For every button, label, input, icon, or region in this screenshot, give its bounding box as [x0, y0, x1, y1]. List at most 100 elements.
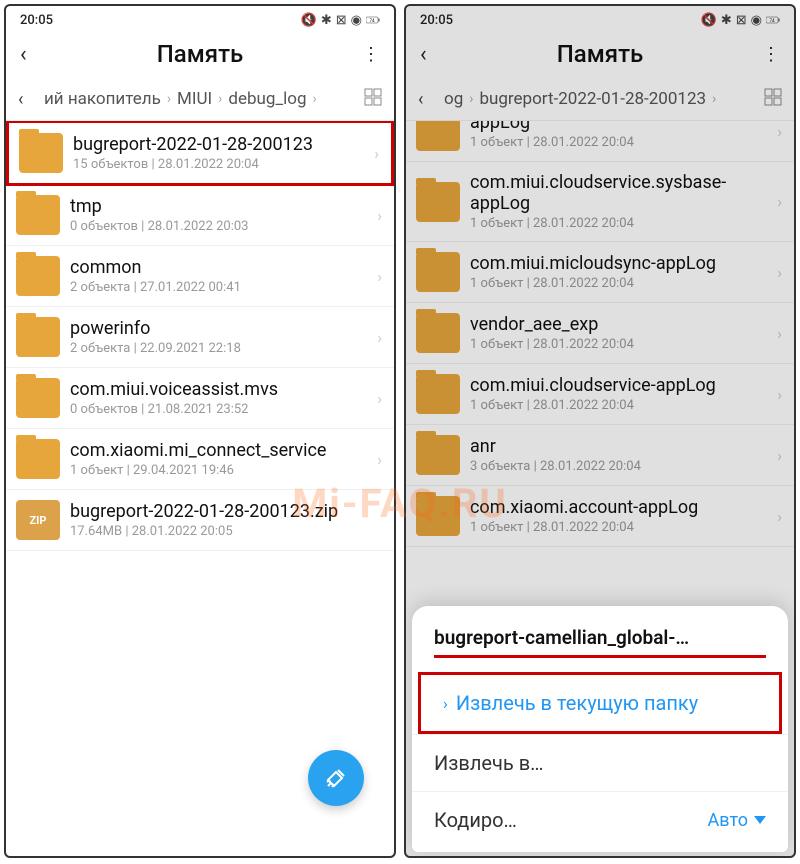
chevron-right-icon: › — [771, 122, 788, 141]
page-title: Память — [48, 40, 352, 68]
breadcrumb-part[interactable]: bugreport-2022-01-28-200123 — [479, 89, 706, 109]
svg-text:74: 74 — [769, 18, 775, 24]
file-row[interactable]: com.xiaomi.mi_connect_service 1 объект |… — [6, 429, 394, 490]
mute-icon: 🔇 — [301, 13, 317, 28]
chevron-right-icon: › — [771, 192, 788, 211]
extract-here-option[interactable]: › Извлечь в текущую папку — [418, 672, 782, 734]
file-name: com.miui.micloudsync-appLog — [470, 253, 771, 274]
file-row[interactable]: ZIP bugreport-2022-01-28-200123.zip 17.6… — [6, 490, 394, 551]
file-row[interactable]: com.miui.voiceassist.mvs 0 объектов | 21… — [6, 368, 394, 429]
encoding-row[interactable]: Кодиро… Авто — [412, 791, 788, 848]
back-button[interactable]: ‹ — [420, 42, 448, 67]
chevron-right-icon: › — [368, 144, 385, 163]
chevron-right-icon: › — [371, 328, 388, 347]
file-name: com.xiaomi.mi_connect_service — [70, 440, 371, 461]
file-name: common — [70, 257, 371, 278]
breadcrumb-back-icon[interactable]: ‹ — [18, 89, 40, 110]
status-bar: 20:05 🔇 ✱ ⊠ ◉ 74 — [6, 6, 394, 34]
folder-icon — [16, 439, 60, 479]
file-meta: 1 объект | 29.04.2021 19:46 — [70, 463, 371, 478]
folder-icon — [416, 313, 460, 353]
folder-icon — [416, 496, 460, 536]
title-underline — [434, 655, 766, 658]
chevron-right-icon: › — [218, 91, 222, 107]
breadcrumb-part[interactable]: ий накопитель — [44, 89, 161, 109]
file-row[interactable]: com.miui.micloudsync-appLog 1 объект | 2… — [406, 242, 794, 303]
option-label: Извлечь в… — [434, 751, 544, 775]
extract-to-option[interactable]: Извлечь в… — [412, 734, 788, 791]
file-name: powerinfo — [70, 318, 371, 339]
file-meta: 1 объект | 28.01.2022 20:04 — [470, 216, 771, 231]
clean-fab[interactable] — [308, 750, 364, 806]
svg-text:74: 74 — [369, 18, 375, 24]
file-row[interactable]: tmp 0 объектов | 28.01.2022 20:03 › — [6, 185, 394, 246]
chevron-down-icon — [754, 816, 766, 824]
file-meta: 2 объекта | 22.09.2021 22:18 — [70, 341, 371, 356]
file-row[interactable]: common 2 объекта | 27.01.2022 00:41 › — [6, 246, 394, 307]
breadcrumb[interactable]: ‹ og › bugreport-2022-01-28-200123 › — [406, 80, 794, 121]
chevron-right-icon: › — [712, 91, 716, 107]
encoding-value: Авто — [708, 810, 748, 831]
file-name: tmp — [70, 196, 371, 217]
file-row[interactable]: anr 3 объекта | 28.01.2022 20:04 › — [406, 425, 794, 486]
file-name: bugreport-2022-01-28-200123 — [73, 134, 368, 155]
breadcrumb-back-icon[interactable]: ‹ — [418, 89, 440, 110]
file-meta: 2 объекта | 27.01.2022 00:41 — [70, 280, 371, 295]
broom-icon — [324, 766, 348, 790]
file-name: appLog — [470, 121, 771, 133]
bottom-sheet: bugreport-camellian_global-… › Извлечь в… — [412, 606, 788, 852]
sheet-title: bugreport-camellian_global-… — [412, 606, 788, 653]
chevron-right-icon: › — [371, 267, 388, 286]
file-row[interactable]: com.xiaomi.account-appLog 1 объект | 28.… — [406, 486, 794, 547]
back-button[interactable]: ‹ — [20, 42, 48, 67]
file-meta: 1 объект | 28.01.2022 20:04 — [470, 337, 771, 352]
status-bar: 20:05 🔇 ✱ ⊠ ◉ 74 — [406, 6, 794, 34]
file-meta: 1 объект | 28.01.2022 20:04 — [470, 398, 771, 413]
folder-icon — [416, 121, 460, 151]
breadcrumb[interactable]: ‹ ий накопитель › MIUI › debug_log › — [6, 80, 394, 121]
file-row[interactable]: powerinfo 2 объекта | 22.09.2021 22:18 › — [6, 307, 394, 368]
bluetooth-icon: ✱ — [721, 13, 732, 28]
file-row[interactable]: com.miui.cloudservice.sysbase-appLog 1 о… — [406, 162, 794, 242]
battery-icon: 74 — [366, 13, 380, 27]
chevron-right-icon: › — [313, 91, 317, 107]
file-meta: 15 объектов | 28.01.2022 20:04 — [73, 157, 368, 172]
chevron-right-icon: › — [771, 385, 788, 404]
file-row[interactable]: appLog 1 объект | 28.01.2022 20:04 › — [406, 121, 794, 162]
chevron-right-icon: › — [771, 446, 788, 465]
status-time: 20:05 — [20, 13, 53, 28]
file-name: com.xiaomi.account-appLog — [470, 497, 771, 518]
file-name: vendor_aee_exp — [470, 314, 771, 335]
file-meta: 17.64MB | 28.01.2022 20:05 — [70, 524, 388, 539]
grid-view-icon[interactable] — [358, 88, 382, 110]
more-button[interactable]: ⋮ — [352, 44, 380, 65]
bluetooth-icon: ✱ — [321, 13, 332, 28]
status-icons: 🔇 ✱ ⊠ ◉ 74 — [301, 13, 380, 28]
folder-icon — [16, 195, 60, 235]
chevron-right-icon: › — [371, 389, 388, 408]
folder-icon — [16, 317, 60, 357]
breadcrumb-part[interactable]: og — [444, 89, 463, 109]
chevron-right-icon: › — [771, 324, 788, 343]
wifi-icon: ◉ — [351, 13, 362, 28]
encoding-label: Кодиро… — [434, 808, 517, 832]
status-time: 20:05 — [420, 13, 453, 28]
chevron-right-icon: › — [443, 694, 448, 713]
file-row[interactable]: bugreport-2022-01-28-200123 15 объектов … — [6, 121, 394, 186]
file-name: anr — [470, 436, 771, 457]
file-meta: 0 объектов | 28.01.2022 20:03 — [70, 219, 371, 234]
breadcrumb-part[interactable]: debug_log — [228, 89, 306, 109]
breadcrumb-part[interactable]: MIUI — [177, 89, 212, 109]
more-button[interactable]: ⋮ — [752, 44, 780, 65]
file-list: bugreport-2022-01-28-200123 15 объектов … — [6, 121, 394, 856]
file-name: bugreport-2022-01-28-200123.zip — [70, 501, 388, 522]
chevron-right-icon: › — [167, 91, 171, 107]
file-meta: 1 объект | 28.01.2022 20:04 — [470, 520, 771, 535]
file-row[interactable]: vendor_aee_exp 1 объект | 28.01.2022 20:… — [406, 303, 794, 364]
page-title: Память — [448, 40, 752, 68]
phone-left: 20:05 🔇 ✱ ⊠ ◉ 74 ‹ Память ⋮ ‹ ий накопит… — [4, 4, 396, 858]
file-name: com.miui.cloudservice.sysbase-appLog — [470, 172, 771, 214]
title-bar: ‹ Память ⋮ — [6, 34, 394, 80]
grid-view-icon[interactable] — [758, 88, 782, 110]
file-row[interactable]: com.miui.cloudservice-appLog 1 объект | … — [406, 364, 794, 425]
